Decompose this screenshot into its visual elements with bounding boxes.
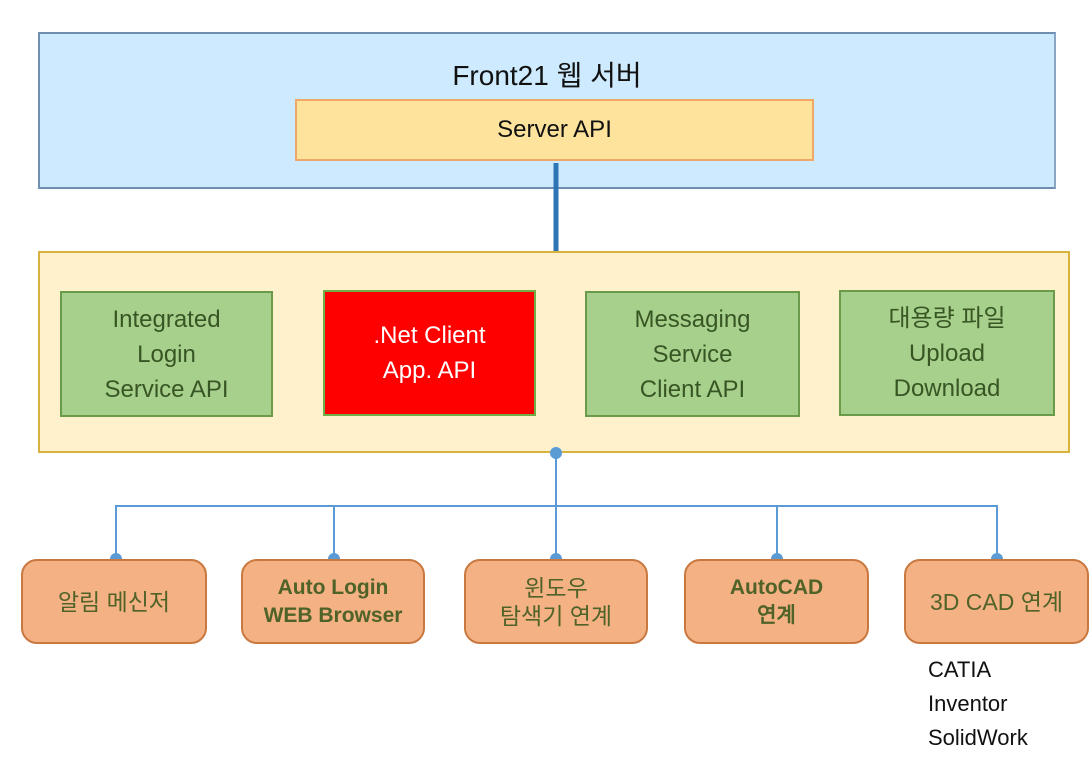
cad-product-item: CATIA [928,657,992,682]
api-label-line: Integrated [112,305,221,333]
web-server-title: Front21 웹 서버 [452,60,642,91]
api-label-line: .Net Client [373,322,486,349]
3d-cad-module: 3D CAD 연계 [904,559,1089,644]
cad-product-list: CATIA Inventor SolidWork [928,653,1028,755]
api-label-line: Client API [639,375,746,403]
messaging-client-api-box: Messaging Service Client API [585,291,800,417]
net-client-app-api-box: .Net Client App. API [323,290,536,416]
auto-login-browser-module: Auto Login WEB Browser [241,559,425,644]
module-label-line: 알림 메신저 [57,588,171,615]
module-label-line: 3D CAD 연계 [929,588,1064,615]
module-label-line: AutoCAD [729,575,824,599]
api-label-line: Service API [104,375,229,403]
server-api-label: Server API [497,116,612,143]
module-label-line: WEB Browser [263,603,403,627]
notification-messenger-module: 알림 메신저 [21,559,207,644]
windows-explorer-module: 윈도우 탐색기 연계 [464,559,648,644]
module-label-line: Auto Login [277,575,389,599]
api-label-line: App. API [382,357,477,384]
server-api-box: Server API [295,99,814,161]
api-label-line: Messaging [634,305,751,333]
api-label-line: 대용량 파일 [888,304,1006,332]
cad-product-item: SolidWork [928,725,1028,750]
module-label-line: 윈도우 [524,574,588,601]
api-label-line: Upload [908,339,986,367]
module-label-line: 탐색기 연계 [499,602,613,629]
api-label-line: Download [893,374,1001,402]
integrated-login-api-box: Integrated Login Service API [60,291,273,417]
large-file-transfer-api-box: 대용량 파일 Upload Download [839,290,1055,416]
api-label-line: Service [652,340,733,368]
module-label-line: 연계 [757,603,796,627]
autocad-module: AutoCAD 연계 [684,559,869,644]
bus-line [115,505,998,559]
api-label-line: Login [137,340,196,368]
cad-product-item: Inventor [928,691,1008,716]
